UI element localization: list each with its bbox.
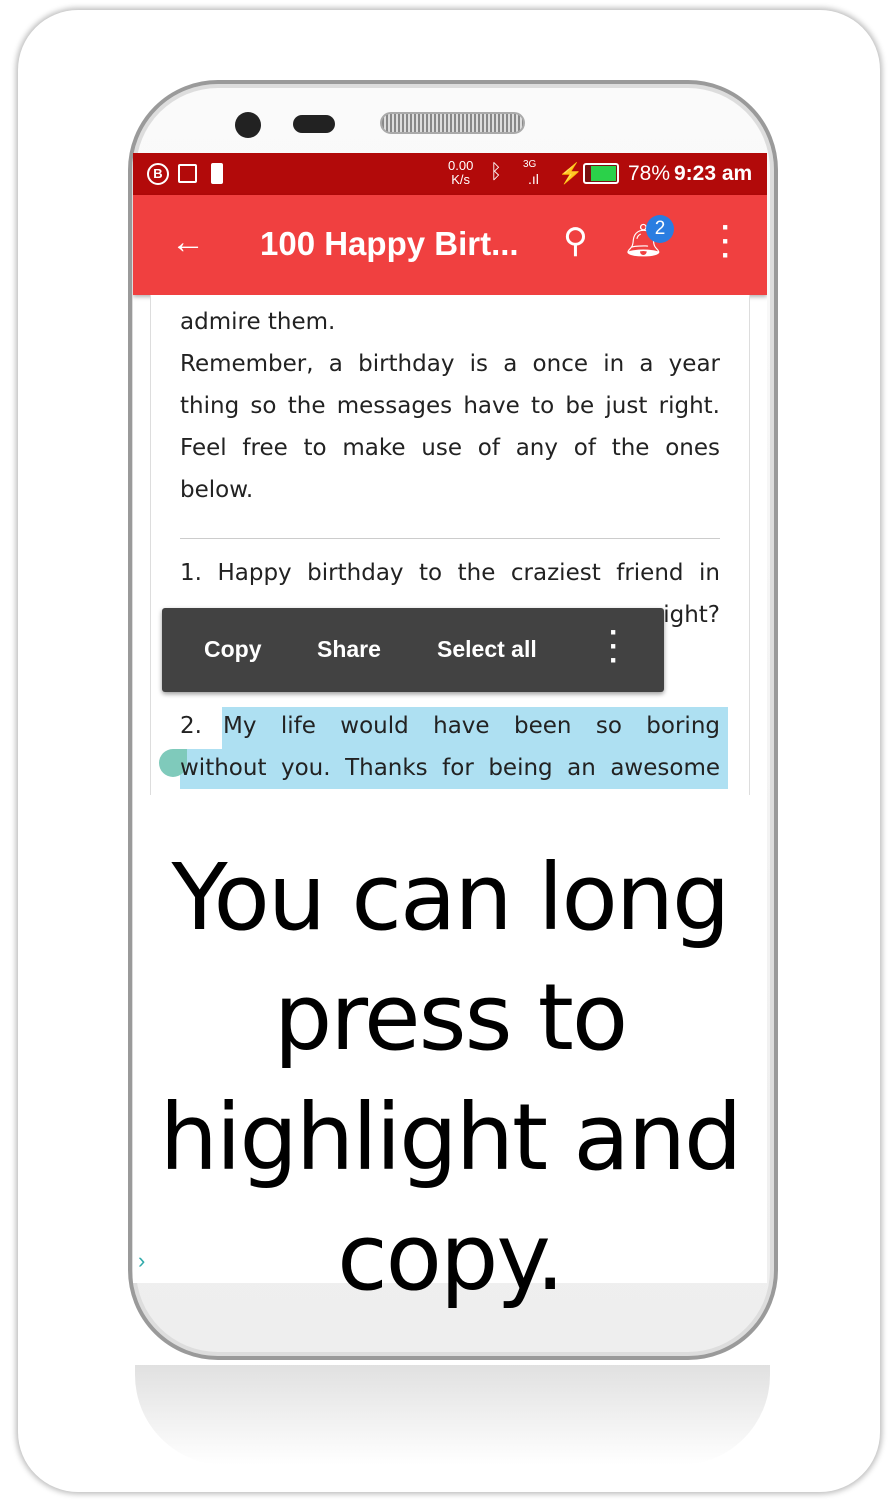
divider [180, 538, 720, 539]
notification-badge: 2 [646, 215, 674, 243]
status-bar: B 0.00 K/s ᛒ 3G .ıl ⚡ 78% 9:23 am [133, 153, 767, 195]
paragraph: Remember, a birthday is a once in a year… [180, 351, 720, 503]
back-arrow-icon[interactable]: ← [171, 223, 205, 262]
search-icon[interactable]: ⚲ [563, 221, 588, 261]
battery-icon [583, 163, 619, 184]
more-options-icon[interactable]: · · · [609, 618, 619, 676]
front-camera [235, 112, 261, 138]
overflow-menu-icon[interactable]: · · · [721, 213, 731, 271]
phone-reflection [135, 1365, 770, 1465]
charging-icon: ⚡ [558, 163, 583, 185]
article-content: admire them. Remember, a birthday is a o… [150, 295, 750, 795]
signal-icon: .ıl [528, 171, 539, 187]
list-item-1[interactable]: 1. Happy birthday to the craziest friend… [180, 552, 720, 594]
list-item-2-line2[interactable]: without you. Thanks for being an awesome [180, 747, 720, 789]
network-type: 3G [523, 159, 537, 170]
paragraph: admire them. [180, 309, 336, 335]
net-speed-unit: K/s [451, 172, 471, 187]
list-item-2[interactable]: My life would have been so boring [223, 705, 720, 747]
share-button[interactable]: Share [317, 636, 381, 663]
net-speed: 0.00 K/s [448, 159, 473, 187]
battery-alert-icon [211, 163, 223, 184]
clock: 9:23 am [674, 162, 753, 185]
bluetooth-icon: ᛒ [490, 161, 502, 183]
proximity-sensor [293, 115, 335, 133]
image-icon [178, 164, 197, 183]
copy-button[interactable]: Copy [204, 636, 262, 663]
bbm-icon: B [147, 163, 169, 185]
net-speed-value: 0.00 [448, 158, 474, 173]
page-title: 100 Happy Birt... [260, 225, 519, 262]
earpiece-speaker [380, 112, 525, 134]
battery-percent: 78% [628, 162, 671, 185]
list-item-2-number: 2. [180, 713, 202, 739]
caption-text: You can long press to highlight and copy… [159, 844, 743, 1311]
text-selection-menu: Copy Share Select all · · · [162, 608, 664, 692]
app-toolbar: ← 100 Happy Birt... ⚲ 🔔︎ 2 · · · [133, 195, 767, 295]
select-all-button[interactable]: Select all [437, 636, 537, 663]
